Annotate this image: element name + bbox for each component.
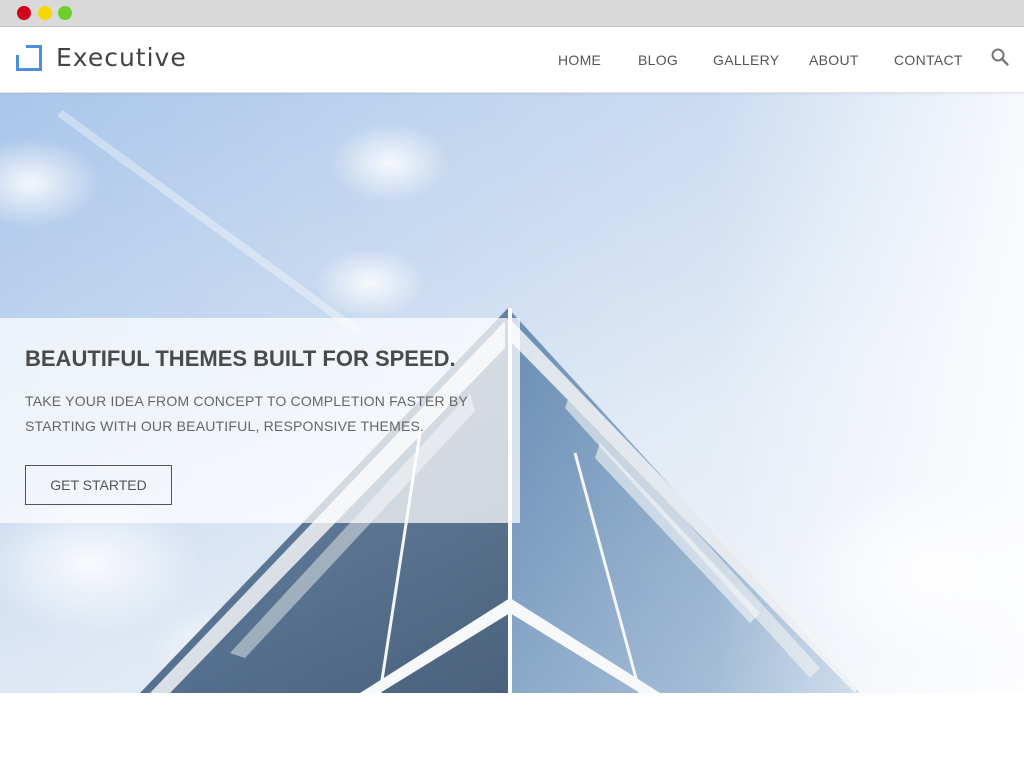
window-minimize-button[interactable] [38,6,52,20]
site-header: Executive HOME BLOG GALLERY ABOUT CONTAC… [0,27,1024,93]
window-close-button[interactable] [17,6,31,20]
get-started-button[interactable]: GET STARTED [25,465,172,505]
window-zoom-button[interactable] [58,6,72,20]
nav-about[interactable]: ABOUT [809,50,859,70]
nav-gallery[interactable]: GALLERY [713,50,779,70]
logo-icon[interactable] [16,45,42,71]
hero-content-panel: BEAUTIFUL THEMES BUILT FOR SPEED. TAKE Y… [0,318,520,523]
hero-section: BEAUTIFUL THEMES BUILT FOR SPEED. TAKE Y… [0,93,1024,693]
site-logo-text[interactable]: Executive [56,41,187,75]
search-button[interactable] [990,47,1010,67]
hero-subtitle: TAKE YOUR IDEA FROM CONCEPT TO COMPLETIO… [25,393,468,434]
content-area [0,693,1024,768]
browser-chrome [0,0,1024,27]
hero-title: BEAUTIFUL THEMES BUILT FOR SPEED. [25,346,456,371]
nav-contact[interactable]: CONTACT [894,50,963,70]
nav-home[interactable]: HOME [558,50,601,70]
nav-blog[interactable]: BLOG [638,50,678,70]
search-icon [991,48,1009,66]
